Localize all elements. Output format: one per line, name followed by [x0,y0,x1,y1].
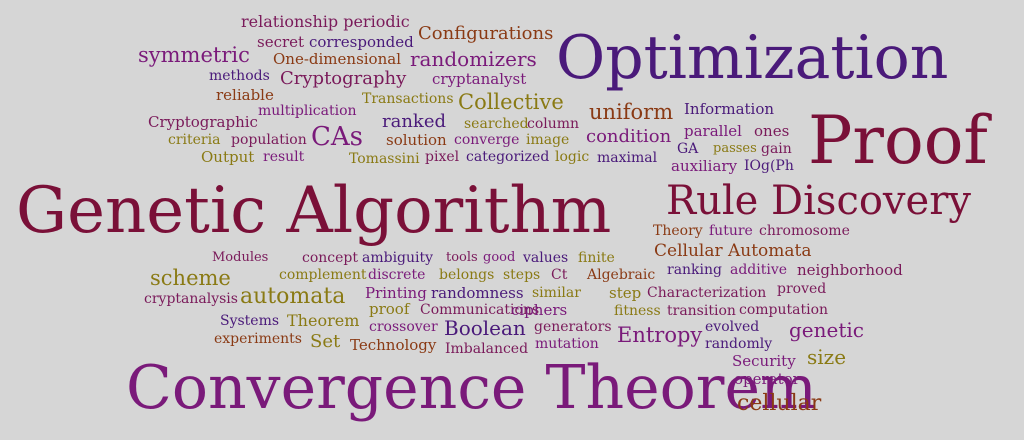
cloud-word: population [231,132,307,148]
cloud-word: Theorem [287,311,360,330]
cloud-word: step [609,284,642,302]
cloud-word: computation [739,302,829,318]
cloud-word: ones [754,122,790,140]
cloud-word: Proof [808,102,988,179]
cloud-word: Optimization [556,23,949,93]
cloud-word: concept [302,250,358,266]
cloud-word: future [709,223,753,239]
cloud-word: Technology [350,336,437,354]
cloud-word: criteria [168,132,221,148]
cloud-word: Tomassini [349,151,420,167]
cloud-word: Printing [365,284,427,302]
cloud-word: Algebraic [587,267,656,283]
cloud-word: Collective [458,90,564,114]
cloud-word: Output [201,148,255,166]
cloud-word: Configurations [418,23,554,44]
cloud-word: generators [534,319,612,335]
cloud-word: good [483,250,516,265]
cloud-word: Cellular Automata [654,241,812,261]
cloud-word: chromosome [759,223,850,239]
cloud-word: crossover [369,319,438,335]
cloud-word: Characterization [647,285,767,301]
cloud-word: Cryptography [280,68,407,89]
cloud-word: Ct [551,267,568,283]
cloud-word: automata [240,284,346,309]
cloud-word: logic [555,149,590,165]
cloud-word: ranking [667,262,722,278]
cloud-word: cellular [737,391,822,416]
cloud-word: Theory [653,223,703,239]
cloud-word: secret [257,33,305,51]
cloud-word: steps [503,267,541,283]
cloud-word: Genetic Algorithm [16,174,612,248]
cloud-word: randomizers [410,47,537,71]
cloud-word: genetic [789,318,864,342]
cloud-word: maximal [597,150,658,166]
cloud-word: additive [730,262,788,278]
cloud-word: Set [310,331,341,352]
cloud-word: operator [734,370,800,388]
cloud-word: evolved [705,319,760,335]
cloud-word: reliable [216,86,274,104]
cloud-word: searched [464,116,529,132]
cloud-word: transition [667,303,736,319]
cloud-word: similar [532,285,581,301]
cloud-word: scheme [150,266,231,290]
cloud-word: proof [369,300,410,318]
cloud-word: Information [684,100,775,118]
cloud-word: corresponded [309,33,414,51]
cloud-word: tools [446,250,478,265]
cloud-word: experiments [214,331,302,347]
cloud-word: discrete [368,267,426,283]
cloud-word: complement [279,267,367,283]
cloud-word: randomness [431,284,524,302]
cloud-word: condition [586,126,672,147]
cloud-word: solution [386,131,447,149]
cloud-word: randomly [705,336,773,352]
cloud-word: values [523,250,569,266]
cloud-word: fitness [614,303,661,319]
cloud-word: relationship periodic [241,12,410,31]
cloud-word: Rule Discovery [666,178,971,224]
word-cloud: relationship periodic Configurations secre… [0,0,1024,440]
cloud-word: proved [777,281,827,297]
cloud-word: ranked [382,111,447,132]
cloud-word: Convergence Theorem [126,353,817,423]
cloud-word: methods [209,68,270,84]
cloud-word: gain [761,141,792,157]
cloud-word: Entropy [617,323,703,347]
cloud-word: neighborhood [797,261,903,279]
cloud-word: image [526,132,570,148]
cloud-word: Cryptographic [148,113,258,131]
cloud-word: belongs [439,267,495,283]
cloud-word: IOg(Ph [744,158,794,174]
cloud-word: cryptanalyst [432,70,527,88]
cloud-word: GA [677,141,699,157]
cloud-word: ambiguity [362,250,434,266]
cloud-word: symmetric [138,43,250,67]
cloud-word: converge [454,132,520,148]
cloud-word: multiplication [258,103,357,119]
cloud-word: categorized [466,149,550,165]
cloud-word: pixel [425,149,460,165]
cloud-word: cryptanalysis [144,291,238,307]
cloud-word: mutation [535,336,599,352]
cloud-word: CAs [311,122,364,152]
cloud-word: finite [578,250,615,266]
cloud-word: Modules [212,250,269,265]
cloud-word: column [527,116,580,132]
cloud-word: One-dimensional [273,50,401,68]
cloud-word: passes [713,141,757,156]
cloud-word: uniform [589,100,674,124]
cloud-word: auxiliary [671,157,738,175]
cloud-word: result [263,149,305,165]
cloud-word: Transactions [362,91,454,107]
cloud-word: parallel [684,122,742,140]
cloud-word: Boolean [444,316,526,340]
cloud-word: Systems [220,313,280,329]
